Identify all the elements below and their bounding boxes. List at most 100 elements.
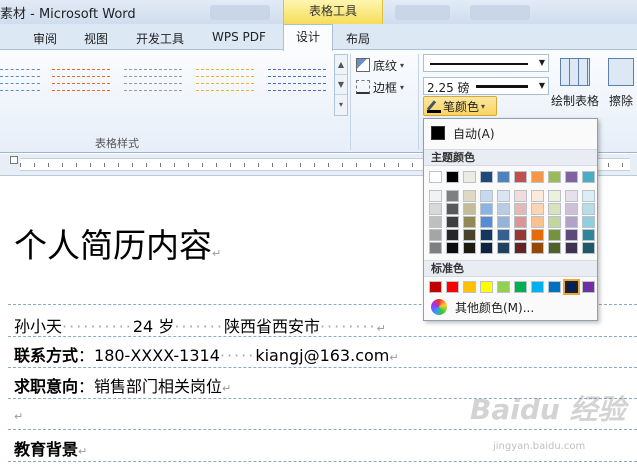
theme-color-swatch[interactable]: [582, 171, 595, 183]
table-row[interactable]: 联系方式：180-XXXX-1314·····kiangj@163.com↵: [14, 342, 399, 366]
more-colors-item[interactable]: 其他颜色(M)...: [427, 297, 595, 317]
theme-color-swatch[interactable]: [514, 171, 527, 183]
table-row[interactable]: ↵: [14, 405, 23, 424]
theme-color-swatch[interactable]: [582, 242, 595, 254]
shading-button[interactable]: 底纹 ▾: [356, 56, 404, 74]
draw-table-button[interactable]: 绘制表格: [551, 58, 599, 109]
standard-color-swatch[interactable]: [514, 281, 527, 293]
table-row[interactable]: 教育背景↵: [14, 436, 87, 460]
tab-view[interactable]: 视图: [84, 30, 108, 47]
theme-color-swatch[interactable]: [446, 242, 459, 254]
tab-layout[interactable]: 布局: [346, 30, 370, 47]
chevron-down-icon[interactable]: ▼: [335, 75, 347, 95]
theme-color-swatch[interactable]: [582, 216, 595, 228]
theme-color-swatch[interactable]: [429, 242, 442, 254]
blurred-tab[interactable]: [210, 5, 270, 20]
theme-color-swatch[interactable]: [480, 242, 493, 254]
chevron-up-icon[interactable]: ▲: [335, 55, 347, 75]
tab-design[interactable]: 设计: [283, 24, 333, 51]
theme-color-swatch[interactable]: [446, 216, 459, 228]
theme-color-swatch[interactable]: [497, 229, 510, 241]
theme-color-swatch[interactable]: [480, 203, 493, 215]
theme-color-swatch[interactable]: [463, 216, 476, 228]
standard-color-swatch[interactable]: [548, 281, 561, 293]
table-style-4[interactable]: [196, 64, 254, 102]
theme-color-swatch[interactable]: [582, 190, 595, 202]
line-weight-select[interactable]: 2.25 磅 ▼: [423, 77, 549, 95]
theme-color-swatch[interactable]: [497, 190, 510, 202]
theme-color-swatch[interactable]: [480, 229, 493, 241]
tab-review[interactable]: 审阅: [33, 30, 57, 47]
standard-color-swatch[interactable]: [497, 281, 510, 293]
blurred-tab[interactable]: [470, 5, 530, 20]
theme-color-swatch[interactable]: [463, 242, 476, 254]
table-style-5[interactable]: [268, 64, 326, 102]
gallery-scrollbar[interactable]: ▲ ▼ ▾: [334, 54, 348, 116]
theme-color-swatch[interactable]: [565, 171, 578, 183]
theme-color-swatch[interactable]: [531, 242, 544, 254]
gallery-more-icon[interactable]: ▾: [335, 95, 347, 115]
standard-color-swatch[interactable]: [563, 279, 580, 295]
theme-color-swatch[interactable]: [446, 229, 459, 241]
theme-color-swatch[interactable]: [463, 203, 476, 215]
theme-color-swatch[interactable]: [429, 190, 442, 202]
theme-color-swatch[interactable]: [480, 171, 493, 183]
tab-developer[interactable]: 开发工具: [136, 30, 184, 47]
tab-wps-pdf[interactable]: WPS PDF: [212, 30, 266, 44]
theme-color-swatch[interactable]: [565, 242, 578, 254]
theme-color-swatch[interactable]: [446, 171, 459, 183]
theme-color-swatch[interactable]: [497, 216, 510, 228]
theme-color-swatch[interactable]: [531, 190, 544, 202]
theme-color-swatch[interactable]: [463, 229, 476, 241]
theme-color-swatch[interactable]: [548, 242, 561, 254]
standard-color-swatch[interactable]: [531, 281, 544, 293]
theme-color-swatch[interactable]: [480, 216, 493, 228]
theme-color-swatch[interactable]: [429, 229, 442, 241]
indent-marker[interactable]: [10, 156, 18, 164]
standard-color-swatch[interactable]: [429, 281, 442, 293]
blurred-tab[interactable]: [395, 5, 450, 20]
theme-color-swatch[interactable]: [463, 171, 476, 183]
theme-color-swatch[interactable]: [548, 203, 561, 215]
theme-color-swatch[interactable]: [531, 216, 544, 228]
standard-color-swatch[interactable]: [446, 281, 459, 293]
theme-color-swatch[interactable]: [531, 203, 544, 215]
borders-button[interactable]: 边框 ▾: [356, 78, 404, 96]
table-style-2[interactable]: [52, 64, 110, 102]
theme-color-swatch[interactable]: [463, 190, 476, 202]
line-style-select[interactable]: ▼: [423, 54, 549, 72]
theme-color-swatch[interactable]: [514, 203, 527, 215]
theme-color-swatch[interactable]: [514, 190, 527, 202]
theme-color-swatch[interactable]: [497, 242, 510, 254]
theme-color-swatch[interactable]: [446, 190, 459, 202]
theme-color-swatch[interactable]: [497, 171, 510, 183]
theme-color-swatch[interactable]: [548, 216, 561, 228]
theme-color-swatch[interactable]: [514, 229, 527, 241]
theme-color-swatch[interactable]: [429, 203, 442, 215]
theme-color-swatch[interactable]: [531, 229, 544, 241]
standard-color-swatch[interactable]: [582, 281, 595, 293]
theme-color-swatch[interactable]: [514, 216, 527, 228]
theme-color-swatch[interactable]: [548, 171, 561, 183]
table-style-3[interactable]: [124, 64, 182, 102]
standard-color-swatch[interactable]: [463, 281, 476, 293]
theme-color-swatch[interactable]: [429, 216, 442, 228]
theme-color-swatch[interactable]: [582, 203, 595, 215]
theme-color-swatch[interactable]: [480, 190, 493, 202]
automatic-color-item[interactable]: 自动(A): [427, 123, 595, 143]
theme-color-swatch[interactable]: [565, 203, 578, 215]
theme-color-swatch[interactable]: [565, 216, 578, 228]
eraser-button[interactable]: 擦除: [608, 58, 634, 109]
theme-color-swatch[interactable]: [514, 242, 527, 254]
theme-color-swatch[interactable]: [565, 190, 578, 202]
theme-color-swatch[interactable]: [531, 171, 544, 183]
standard-color-swatch[interactable]: [480, 281, 493, 293]
theme-color-swatch[interactable]: [497, 203, 510, 215]
table-row[interactable]: 孙小天··········24 岁·······陕西省西安市········↵: [14, 313, 386, 337]
theme-color-swatch[interactable]: [582, 229, 595, 241]
theme-color-swatch[interactable]: [548, 190, 561, 202]
table-row[interactable]: 求职意向：销售部门相关岗位↵: [14, 373, 231, 397]
table-style-1[interactable]: [0, 64, 40, 102]
pen-color-button[interactable]: 笔颜色 ▾: [423, 96, 497, 116]
theme-color-swatch[interactable]: [565, 229, 578, 241]
